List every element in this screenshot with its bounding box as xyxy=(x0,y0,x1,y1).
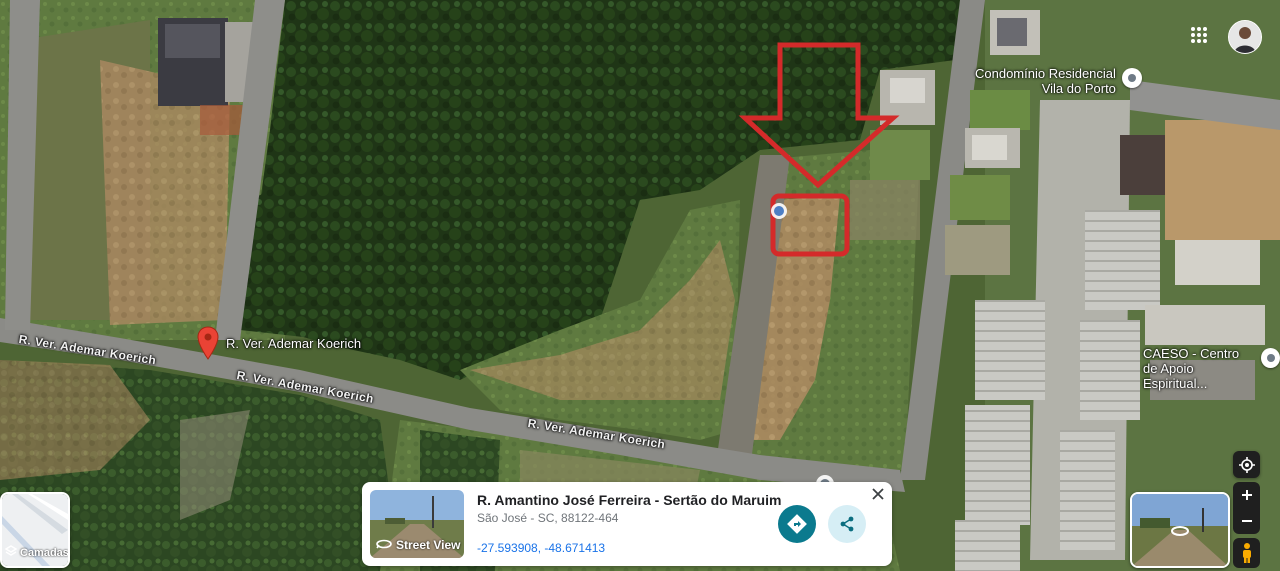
street-view-thumbnail[interactable]: Street View xyxy=(370,490,464,558)
poi-caeso[interactable]: CAESO - Centro de Apoio Espiritual... xyxy=(1143,346,1280,391)
poi-pin-icon xyxy=(1261,348,1280,368)
plus-icon xyxy=(1241,490,1252,500)
poi-label: Condomínio Residencial Vila do Porto xyxy=(975,66,1116,96)
street-view-icon xyxy=(376,538,392,552)
pegman-icon xyxy=(1242,543,1251,563)
place-coordinates[interactable]: -27.593908, -48.671413 xyxy=(477,541,605,555)
crosshair-icon xyxy=(1238,456,1255,473)
layers-label: Camadas xyxy=(4,545,68,560)
place-title: R. Amantino José Ferreira - Sertão do Ma… xyxy=(477,492,782,508)
my-location-button[interactable] xyxy=(1233,451,1260,478)
layers-button[interactable]: Camadas xyxy=(0,492,70,568)
directions-button[interactable] xyxy=(778,505,816,543)
location-pin-icon[interactable] xyxy=(197,326,219,360)
street-view-preview[interactable] xyxy=(1130,492,1230,568)
place-info-card: Street View R. Amantino José Ferreira - … xyxy=(362,482,892,566)
minus-icon xyxy=(1241,520,1252,522)
share-button[interactable] xyxy=(828,505,866,543)
street-view-rotate-icon xyxy=(1170,524,1190,542)
pin-label: R. Ver. Ademar Koerich xyxy=(226,336,362,351)
avatar[interactable] xyxy=(1228,20,1262,54)
zoom-controls xyxy=(1233,482,1260,534)
poi-label: CAESO - Centro de Apoio Espiritual... xyxy=(1143,346,1240,391)
apps-grid-icon[interactable] xyxy=(1190,26,1208,44)
zoom-out-button[interactable] xyxy=(1233,508,1260,534)
share-icon xyxy=(840,516,854,532)
layers-icon xyxy=(4,545,18,560)
place-address: São José - SC, 88122-464 xyxy=(477,511,619,525)
poi-pin-icon xyxy=(1121,68,1142,88)
pegman-button[interactable] xyxy=(1233,538,1260,568)
zoom-in-button[interactable] xyxy=(1233,482,1260,508)
poi-condominio[interactable]: Condomínio Residencial Vila do Porto xyxy=(975,66,1142,96)
close-icon[interactable] xyxy=(870,486,886,502)
street-view-label: Street View xyxy=(376,538,460,552)
directions-icon xyxy=(787,514,807,534)
